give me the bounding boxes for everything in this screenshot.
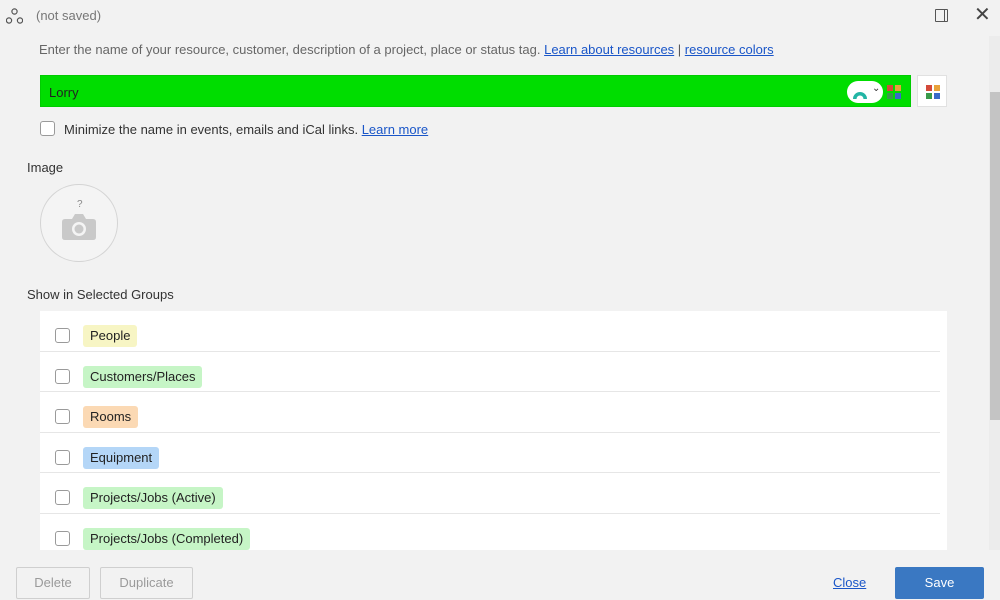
delete-button[interactable]: Delete (16, 567, 90, 599)
save-button[interactable]: Save (895, 567, 984, 599)
dialog-footer: Delete Duplicate Close Save (0, 556, 1000, 600)
group-checkbox-people[interactable] (55, 328, 70, 343)
assistant-icon (853, 92, 867, 99)
learn-about-resources-link[interactable]: Learn about resources (544, 42, 674, 57)
color-palette-icon (926, 85, 940, 99)
close-link[interactable]: Close (833, 575, 866, 590)
groups-label: Show in Selected Groups (27, 287, 174, 302)
group-tag-customers-places: Customers/Places (83, 365, 203, 388)
chevron-down-icon: ⌄ (872, 83, 881, 94)
minimize-name-label: Minimize the name in events, emails and … (64, 122, 428, 137)
share-icon[interactable] (6, 8, 23, 24)
resource-name-input[interactable]: Lorry ⌄ (40, 75, 911, 107)
color-picker-button[interactable] (917, 75, 947, 107)
dialog-title: (not saved) (36, 8, 102, 23)
groups-list: People Customers/Places Rooms Equipment … (40, 311, 947, 550)
hint-separator: | (674, 42, 685, 57)
duplicate-button[interactable]: Duplicate (100, 567, 193, 599)
color-grid-icon[interactable] (887, 85, 901, 99)
group-checkbox-rooms[interactable] (55, 409, 70, 424)
group-row-rooms[interactable]: Rooms (40, 392, 940, 433)
unknown-image-mark: ? (77, 199, 83, 210)
image-upload[interactable]: ? (40, 184, 118, 262)
name-hint: Enter the name of your resource, custome… (39, 42, 774, 57)
minimize-name-checkbox[interactable] (40, 121, 55, 136)
group-checkbox-equipment[interactable] (55, 449, 70, 465)
hint-text: Enter the name of your resource, custome… (39, 42, 545, 57)
group-row-customers-places[interactable]: Customers/Places (40, 352, 940, 392)
minimize-name-text: Minimize the name in events, emails and … (64, 122, 362, 137)
group-checkbox-customers-places[interactable] (55, 368, 70, 384)
group-row-equipment[interactable]: Equipment (40, 433, 940, 473)
group-tag-projects-active: Projects/Jobs (Active) (83, 487, 223, 509)
group-tag-equipment: Equipment (83, 446, 160, 469)
close-icon[interactable]: ✕ (974, 5, 992, 25)
learn-more-link[interactable]: Learn more (362, 122, 428, 137)
assistant-dropdown-button[interactable]: ⌄ (847, 81, 883, 103)
camera-icon (62, 214, 96, 240)
group-row-people[interactable]: People (40, 311, 940, 352)
resource-colors-link[interactable]: resource colors (685, 42, 774, 57)
group-checkbox-projects-active[interactable] (55, 490, 70, 505)
group-checkbox-projects-completed[interactable] (55, 530, 70, 546)
resource-name-value[interactable]: Lorry (49, 85, 79, 100)
image-label: Image (27, 160, 64, 175)
top-bar: (not saved) ✕ (0, 0, 1000, 32)
group-row-projects-completed[interactable]: Projects/Jobs (Completed) (40, 514, 940, 551)
group-tag-rooms: Rooms (83, 406, 139, 428)
scrollbar-thumb[interactable] (990, 92, 1000, 420)
group-tag-projects-completed: Projects/Jobs (Completed) (83, 527, 251, 550)
group-row-projects-active[interactable]: Projects/Jobs (Active) (40, 473, 940, 514)
side-panel-icon[interactable] (935, 9, 948, 22)
group-tag-people: People (83, 325, 138, 347)
